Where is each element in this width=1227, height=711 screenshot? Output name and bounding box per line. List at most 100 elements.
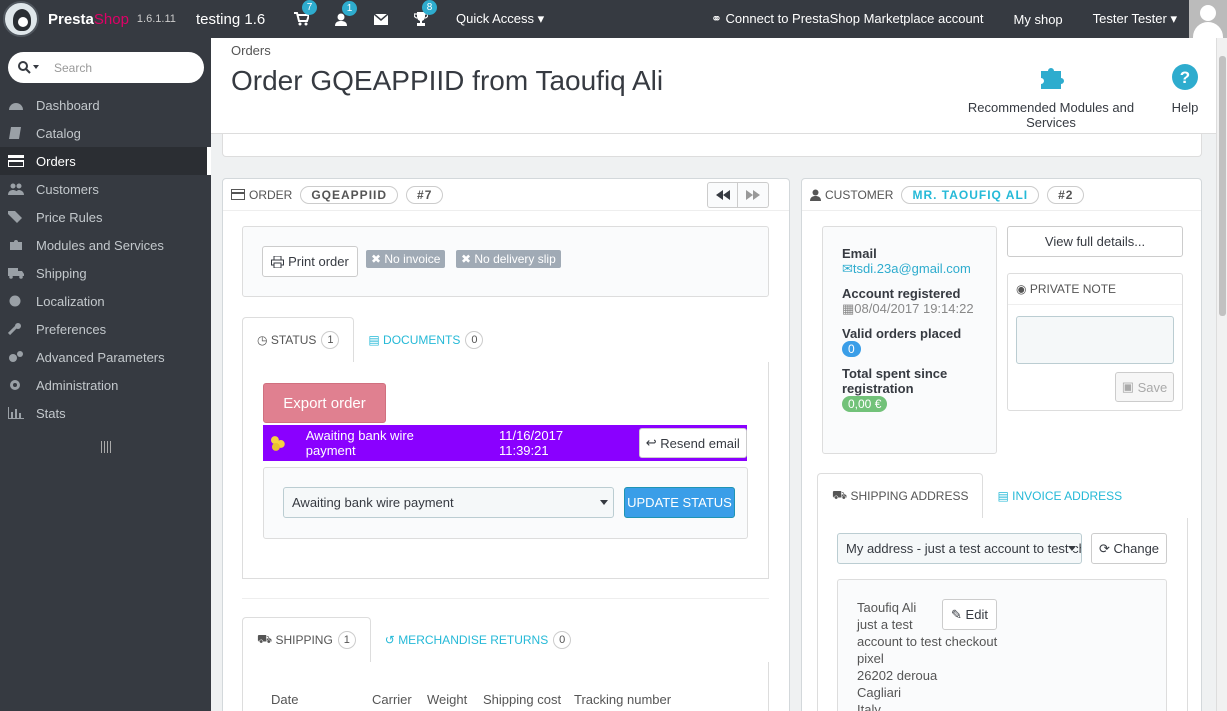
tab-merchandise-returns[interactable]: ↺ MERCHANDISE RETURNS 0	[371, 617, 585, 663]
puzzle-icon	[10, 240, 22, 250]
forward-icon	[746, 190, 760, 200]
orders-badge: 7	[302, 0, 317, 15]
logo-text: PrestaShop	[48, 10, 129, 28]
refresh-icon: ⟳	[1098, 540, 1114, 556]
search-icon[interactable]	[18, 61, 40, 74]
no-delivery-slip-label: ✖ No delivery slip	[456, 250, 561, 268]
edit-address-button[interactable]: ✎ Edit	[942, 599, 997, 630]
avatar[interactable]	[1189, 0, 1227, 38]
shipping-tabs: ⛟ SHIPPING 1 ↺ MERCHANDISE RETURNS 0	[242, 617, 585, 663]
customer-info-well: Email ✉tsdi.23a@gmail.com Account regist…	[822, 226, 997, 454]
sidebar-item-catalog[interactable]: Catalog	[0, 119, 211, 147]
close-icon: ✖	[461, 252, 475, 266]
save-icon: ▣	[1121, 379, 1138, 394]
trophy-notification[interactable]: 8	[401, 0, 441, 26]
orders-notification[interactable]: 7	[281, 0, 321, 26]
order-panel: ORDER GQEAPPIID #7 Print order ✖ No invo…	[222, 178, 790, 711]
print-order-button[interactable]: Print order	[262, 246, 358, 277]
previous-order-button[interactable]	[707, 182, 738, 208]
my-shop-link[interactable]: My shop	[1014, 12, 1063, 27]
valid-orders-badge: 0	[842, 341, 861, 357]
export-order-button[interactable]: Export order	[263, 383, 386, 423]
users-icon	[8, 183, 24, 195]
pencil-icon: ✎	[951, 606, 966, 622]
sidebar: Search Dashboard Catalog Orders Customer…	[0, 38, 211, 711]
status-text: Awaiting bank wire payment	[305, 428, 414, 458]
sidebar-item-preferences[interactable]: Preferences	[0, 315, 211, 343]
sidebar-item-price-rules[interactable]: Price Rules	[0, 203, 211, 231]
tab-documents[interactable]: ▤ DOCUMENTS 0	[354, 317, 497, 363]
private-note-textarea[interactable]	[1016, 316, 1174, 364]
resend-email-button[interactable]: ↩ Resend email	[638, 428, 747, 458]
status-select[interactable]: Awaiting bank wire payment	[283, 487, 614, 518]
column-weight: Weight	[427, 692, 468, 707]
sidebar-item-stats[interactable]: Stats	[0, 399, 211, 427]
search-box[interactable]: Search	[8, 52, 204, 83]
print-icon	[271, 255, 285, 268]
tab-invoice-address[interactable]: ▤ INVOICE ADDRESS	[983, 473, 1136, 519]
customer-id: #2	[1047, 185, 1085, 204]
search-input[interactable]: Search	[54, 61, 92, 75]
tab-shipping-address[interactable]: ⛟ SHIPPING ADDRESS	[817, 473, 984, 519]
recommended-modules-button[interactable]: Recommended Modules and Services	[944, 63, 1158, 130]
sidebar-item-administration[interactable]: Administration	[0, 371, 211, 399]
address-select[interactable]: My address - just a test account to test…	[837, 533, 1082, 564]
user-menu[interactable]: Tester Tester ▾	[1093, 11, 1177, 27]
quick-access-menu[interactable]: Quick Access ▾	[456, 11, 544, 27]
envelope-icon: ✉	[842, 261, 853, 276]
scrollbar-thumb[interactable]	[1219, 56, 1226, 316]
update-status-button[interactable]: UPDATE STATUS	[624, 487, 735, 518]
calendar-icon: ▦	[842, 301, 855, 316]
change-address-button[interactable]: ⟳ Change	[1091, 533, 1167, 564]
file-icon: ▤	[368, 333, 384, 347]
order-panel-heading: ORDER GQEAPPIID #7	[223, 179, 789, 211]
top-bar: PrestaShop 1.6.1.11 testing 1.6 7 1 8 Qu…	[0, 0, 1227, 38]
column-shipping-cost: Shipping cost	[483, 692, 562, 707]
marketplace-connect-link[interactable]: ⚭ Connect to PrestaShop Marketplace acco…	[711, 11, 984, 27]
eye-slash-icon: ◉	[1016, 282, 1030, 296]
page-scrollbar[interactable]	[1216, 38, 1227, 711]
question-circle-icon: ?	[1172, 64, 1198, 90]
tab-status[interactable]: ◷ STATUS 1	[242, 317, 355, 363]
reply-icon: ↩	[645, 435, 661, 450]
next-order-button[interactable]	[738, 182, 769, 208]
coins-icon	[270, 436, 285, 451]
chevron-down-icon	[1068, 545, 1076, 551]
shipping-table-header: Date Carrier Weight Shipping cost Tracki…	[271, 692, 671, 707]
sidebar-item-customers[interactable]: Customers	[0, 175, 211, 203]
customer-name-link[interactable]: MR. TAOUFIQ ALI	[901, 185, 1040, 204]
sidebar-item-modules[interactable]: Modules and Services	[0, 231, 211, 259]
messages-notification[interactable]	[361, 13, 401, 25]
save-note-button[interactable]: ▣ Save	[1115, 372, 1174, 402]
truck-icon: ⛟	[832, 488, 851, 502]
truck-icon	[8, 268, 24, 279]
customer-panel: CUSTOMER MR. TAOUFIQ ALI #2 Email ✉tsdi.…	[801, 178, 1202, 711]
tab-shipping[interactable]: ⛟ SHIPPING 1	[242, 617, 371, 663]
order-reference: GQEAPPIID	[300, 185, 399, 204]
collapse-menu-icon[interactable]	[101, 441, 111, 453]
page-header: Orders Order GQEAPPIID from Taoufiq Ali …	[211, 38, 1216, 134]
help-button[interactable]: ? Help	[1166, 63, 1204, 115]
prestashop-logo[interactable]: PrestaShop 1.6.1.11	[3, 1, 191, 37]
truck-icon: ⛟	[257, 632, 276, 646]
valid-orders-label: Valid orders placed	[842, 326, 962, 341]
shop-name[interactable]: testing 1.6	[196, 11, 281, 28]
dashboard-icon	[9, 103, 23, 110]
backward-icon	[715, 190, 730, 200]
sidebar-item-shipping[interactable]: Shipping	[0, 259, 211, 287]
sidebar-item-orders[interactable]: Orders	[0, 147, 211, 175]
customers-notification[interactable]: 1	[321, 0, 361, 26]
globe-icon	[9, 295, 21, 307]
total-spent-badge: 0,00 €	[842, 396, 888, 412]
file-icon: ▤	[997, 489, 1013, 503]
breadcrumb[interactable]: Orders	[231, 43, 271, 58]
view-full-details-button[interactable]: View full details...	[1007, 226, 1183, 257]
sidebar-item-advanced-parameters[interactable]: Advanced Parameters	[0, 343, 211, 371]
cog-icon	[10, 380, 20, 390]
sidebar-item-localization[interactable]: Localization	[0, 287, 211, 315]
customers-badge: 1	[342, 0, 357, 16]
trophy-badge: 8	[422, 0, 437, 15]
close-icon: ✖	[371, 252, 385, 266]
customer-email-link[interactable]: ✉tsdi.23a@gmail.com	[842, 261, 996, 277]
sidebar-item-dashboard[interactable]: Dashboard	[0, 91, 211, 119]
